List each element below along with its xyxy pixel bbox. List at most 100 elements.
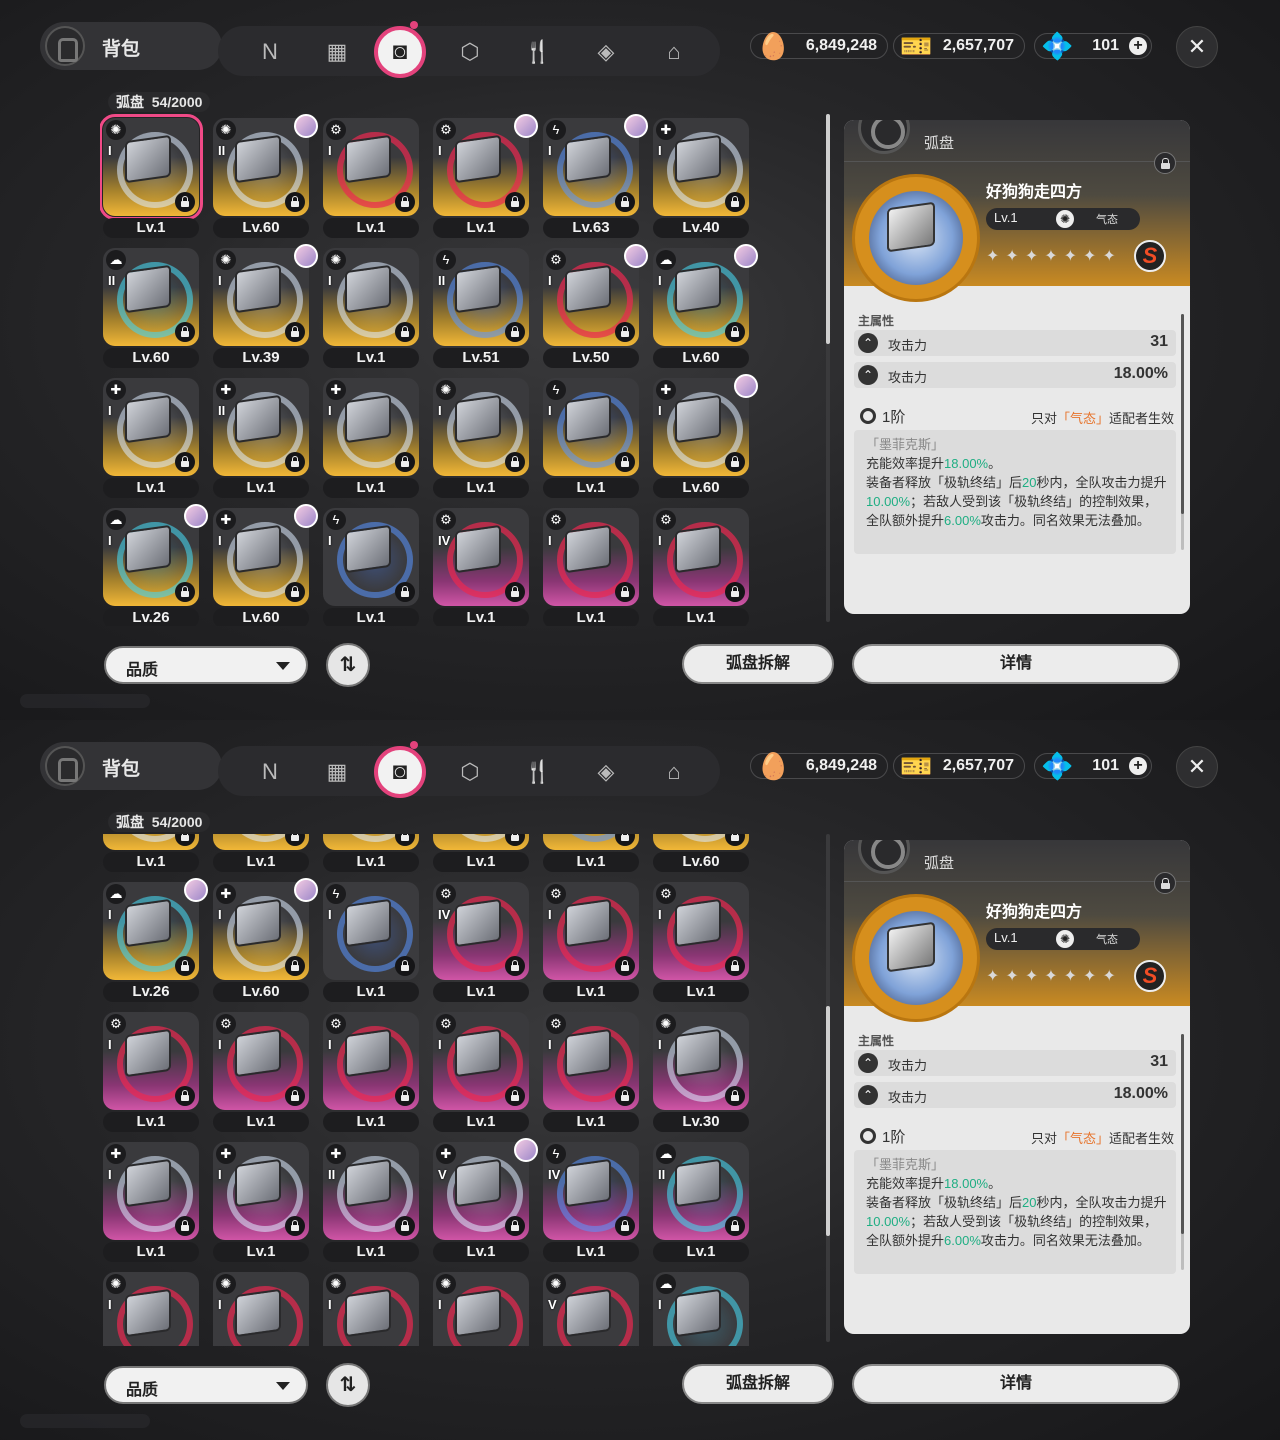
lock-toggle-icon[interactable] xyxy=(1154,152,1176,174)
detail-scrollbar[interactable] xyxy=(1181,314,1184,550)
lock-icon xyxy=(505,1086,525,1106)
disc-item[interactable]: ϟ I Lv.1 xyxy=(540,374,640,504)
quality-filter-dropdown[interactable]: 品质 xyxy=(104,646,308,684)
disc-item[interactable]: ☁ II Lv.60 xyxy=(100,244,200,374)
disc-item[interactable]: ⚙ I Lv.50 xyxy=(540,244,648,374)
disc-item[interactable]: ⚙ I Lv.1 xyxy=(320,114,420,244)
disc-item[interactable]: ✚ I Lv.1 xyxy=(320,374,420,504)
disc-item[interactable]: ✺ II Lv.60 xyxy=(210,114,318,244)
add-currency-button[interactable]: + xyxy=(1129,37,1147,55)
category-tabs: N ▦ ◙ ⬡ 🍴 ◈ ⌂ xyxy=(218,21,720,78)
disc-item[interactable]: ✺ V xyxy=(540,1268,640,1346)
disc-item[interactable]: ⚙ I Lv.1 xyxy=(430,114,538,244)
disc-item[interactable]: ✺ I xyxy=(430,1268,530,1346)
disc-item[interactable]: ⚙ IV Lv.1 xyxy=(430,878,530,1008)
item-grid[interactable]: Lv.1 Lv.1 Lv.1 Lv.1 Lv.1 Lv.60 ☁ I Lv.26 ✚ I Lv.60 ϟ… xyxy=(100,834,760,1346)
bag-tab[interactable]: 背包 xyxy=(40,742,222,790)
disc-item[interactable]: ϟ II Lv.51 xyxy=(430,244,530,374)
sort-order-button[interactable]: ⇅ xyxy=(326,643,370,687)
disc-item[interactable]: ϟ I Lv.63 xyxy=(540,114,648,244)
gameboy-icon[interactable]: ▦ xyxy=(317,32,357,72)
grid-scrollbar[interactable] xyxy=(826,114,830,622)
disc-item[interactable]: ✚ I Lv.1 xyxy=(100,374,200,504)
grid-scroll-thumb[interactable] xyxy=(826,1006,830,1237)
n-logo-icon[interactable]: N xyxy=(250,752,290,792)
disc-item[interactable]: ✚ I Lv.40 xyxy=(650,114,750,244)
close-button[interactable]: ✕ xyxy=(1176,26,1218,68)
disc-item[interactable]: ✚ I Lv.60 xyxy=(650,374,758,504)
disc-item[interactable]: ✺ I xyxy=(100,1268,200,1346)
disc-item[interactable]: ✺ I Lv.30 xyxy=(650,1008,750,1138)
disc-item[interactable]: ⚙ I Lv.1 xyxy=(540,504,640,626)
detail-scrollbar[interactable] xyxy=(1181,1034,1184,1270)
disc-item[interactable]: ϟ I Lv.1 xyxy=(320,878,420,1008)
dismantle-button[interactable]: 弧盘拆解 xyxy=(682,1364,834,1404)
disc-item[interactable]: Lv.1 xyxy=(320,834,420,878)
disc-item[interactable]: Lv.1 xyxy=(100,834,200,878)
fork-knife-icon[interactable]: 🍴 xyxy=(518,752,558,792)
disc-item[interactable]: ✚ I Lv.60 xyxy=(210,504,318,626)
disc-item[interactable]: ⚙ IV Lv.1 xyxy=(430,504,530,626)
gameboy-icon[interactable]: ▦ xyxy=(317,752,357,792)
disc-item[interactable]: ⚙ I Lv.1 xyxy=(540,1008,640,1138)
sort-order-button[interactable]: ⇅ xyxy=(326,1363,370,1407)
lock-toggle-icon[interactable] xyxy=(1154,872,1176,894)
disc-item[interactable]: ☁ I Lv.60 xyxy=(650,244,758,374)
detail-scroll-thumb[interactable] xyxy=(1181,1034,1184,1234)
disc-item[interactable]: ☁ I Lv.26 xyxy=(100,504,208,626)
details-button[interactable]: 详情 xyxy=(852,1364,1180,1404)
package-icon[interactable]: ◈ xyxy=(586,32,626,72)
disc-item[interactable]: ☁ II Lv.1 xyxy=(650,1138,750,1268)
disc-item[interactable]: ⚙ I Lv.1 xyxy=(540,878,640,1008)
disc-item[interactable]: ϟ IV Lv.1 xyxy=(540,1138,640,1268)
disc-item[interactable]: ✚ V Lv.1 xyxy=(430,1138,538,1268)
item-grid[interactable]: ✺ I Lv.1 ✺ II Lv.60 ⚙ I Lv.1 ⚙ I Lv.1 ϟ I Lv.63 ✚ I Lv.40… xyxy=(100,114,760,626)
cube-icon[interactable]: ⬡ xyxy=(450,752,490,792)
cube-icon[interactable]: ⬡ xyxy=(450,32,490,72)
equipped-agent-avatar xyxy=(184,504,208,528)
n-logo-icon[interactable]: N xyxy=(250,32,290,72)
disc-item[interactable]: Lv.60 xyxy=(650,834,750,878)
disc-item[interactable]: Lv.1 xyxy=(540,834,640,878)
quality-filter-dropdown[interactable]: 品质 xyxy=(104,1366,308,1404)
disc-item[interactable]: ☁ I Lv.26 xyxy=(100,878,208,1008)
disc-item[interactable]: ✺ I xyxy=(320,1268,420,1346)
disc-icon[interactable]: ◙ xyxy=(374,21,426,78)
grid-scroll-thumb[interactable] xyxy=(826,114,830,344)
disc-box-art xyxy=(565,1158,611,1208)
disc-item[interactable]: ✚ I Lv.1 xyxy=(210,1138,310,1268)
disc-level: Lv.1 xyxy=(543,852,639,872)
disc-item[interactable]: Lv.1 xyxy=(210,834,310,878)
grid-scrollbar[interactable] xyxy=(826,834,830,1342)
disc-item[interactable]: ⚙ I Lv.1 xyxy=(210,1008,310,1138)
disc-item[interactable]: ✺ I Lv.39 xyxy=(210,244,318,374)
disc-item[interactable]: ✚ II Lv.1 xyxy=(210,374,310,504)
close-button[interactable]: ✕ xyxy=(1176,746,1218,788)
home-icon[interactable]: ⌂ xyxy=(654,752,694,792)
disc-item[interactable]: ✚ I Lv.1 xyxy=(100,1138,200,1268)
disc-item[interactable]: ⚙ I Lv.1 xyxy=(100,1008,200,1138)
package-icon[interactable]: ◈ xyxy=(586,752,626,792)
add-currency-button[interactable]: + xyxy=(1129,757,1147,775)
disc-item[interactable]: ✺ I xyxy=(210,1268,310,1346)
disc-item[interactable]: ⚙ I Lv.1 xyxy=(650,504,750,626)
bag-tab[interactable]: 背包 xyxy=(40,22,222,70)
disc-item[interactable]: ⚙ I Lv.1 xyxy=(650,878,750,1008)
detail-scroll-thumb[interactable] xyxy=(1181,314,1184,514)
details-button[interactable]: 详情 xyxy=(852,644,1180,684)
disc-item[interactable]: ϟ I Lv.1 xyxy=(320,504,420,626)
disc-item[interactable]: ⚙ I Lv.1 xyxy=(320,1008,420,1138)
fork-knife-icon[interactable]: 🍴 xyxy=(518,32,558,72)
disc-icon[interactable]: ◙ xyxy=(374,741,426,798)
disc-item[interactable]: ☁ I xyxy=(650,1268,750,1346)
disc-level: Lv.1 xyxy=(653,608,749,626)
disc-item[interactable]: ✚ I Lv.60 xyxy=(210,878,318,1008)
disc-item[interactable]: ✺ I Lv.1 xyxy=(100,114,203,244)
disc-item[interactable]: ✚ II Lv.1 xyxy=(320,1138,420,1268)
dismantle-button[interactable]: 弧盘拆解 xyxy=(682,644,834,684)
disc-item[interactable]: Lv.1 xyxy=(430,834,530,878)
disc-item[interactable]: ⚙ I Lv.1 xyxy=(430,1008,530,1138)
disc-item[interactable]: ✺ I Lv.1 xyxy=(430,374,530,504)
home-icon[interactable]: ⌂ xyxy=(654,32,694,72)
disc-item[interactable]: ✺ I Lv.1 xyxy=(320,244,420,374)
